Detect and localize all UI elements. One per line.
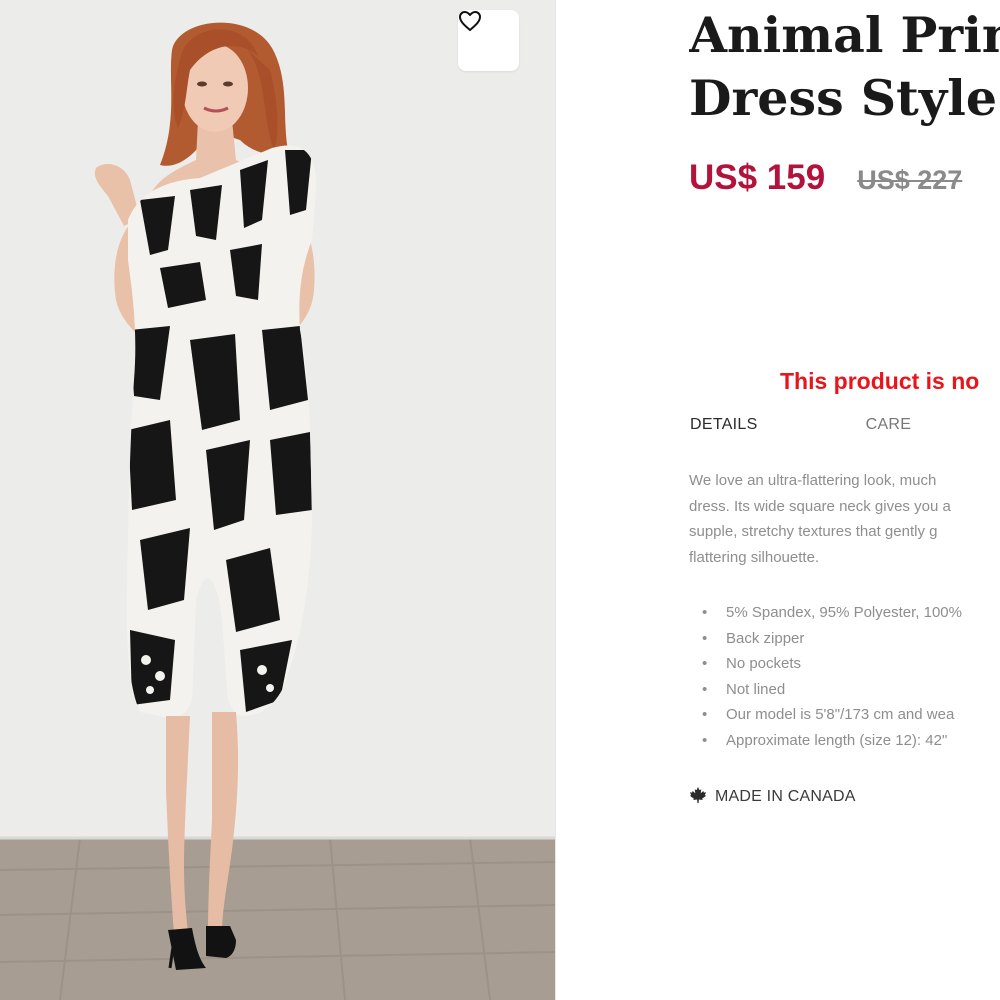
availability-notice: This product is no [780, 368, 980, 394]
product-title-line1: Animal Print [689, 6, 1000, 64]
product-image [0, 0, 555, 1000]
spec-item: Back zipper [689, 626, 962, 652]
tab-care[interactable]: CARE [866, 416, 912, 434]
product-description: We love an ultra-flattering look, much d… [689, 468, 1000, 570]
product-title-line2: Dress Style 2 [689, 69, 1000, 127]
description-line: We love an ultra-flattering look, much [689, 472, 937, 489]
tab-details[interactable]: DETAILS [690, 416, 758, 434]
product-specs-list: 5% Spandex, 95% Polyester, 100% Back zip… [689, 600, 962, 753]
description-line: flattering silhouette. [689, 548, 820, 566]
original-price: US$ 227 [857, 165, 963, 195]
wishlist-button[interactable] [458, 10, 519, 71]
spec-item: Not lined [689, 677, 962, 703]
spec-item: Approximate length (size 12): 42" [689, 728, 962, 754]
product-photo [0, 0, 555, 1000]
sale-price: US$ 159 [689, 158, 826, 197]
spec-item: Our model is 5'8"/173 cm and wea [689, 702, 962, 728]
description-line: supple, stretchy textures that gently g [689, 523, 938, 540]
price-row: US$ 159 US$ 227 [689, 158, 962, 206]
made-in-label: MADE IN CANADA [715, 788, 856, 805]
spec-item: No pockets [689, 651, 962, 677]
panel-divider [555, 0, 556, 1000]
product-tabs: DETAILS CARE [690, 416, 911, 434]
maple-leaf-icon [689, 786, 707, 808]
spec-item: 5% Spandex, 95% Polyester, 100% [689, 600, 962, 626]
product-title: Animal Print Dress Style 2 [689, 4, 1000, 130]
made-in-badge: MADE IN CANADA [689, 786, 856, 808]
description-line: dress. Its wide square neck gives you a [689, 497, 951, 515]
